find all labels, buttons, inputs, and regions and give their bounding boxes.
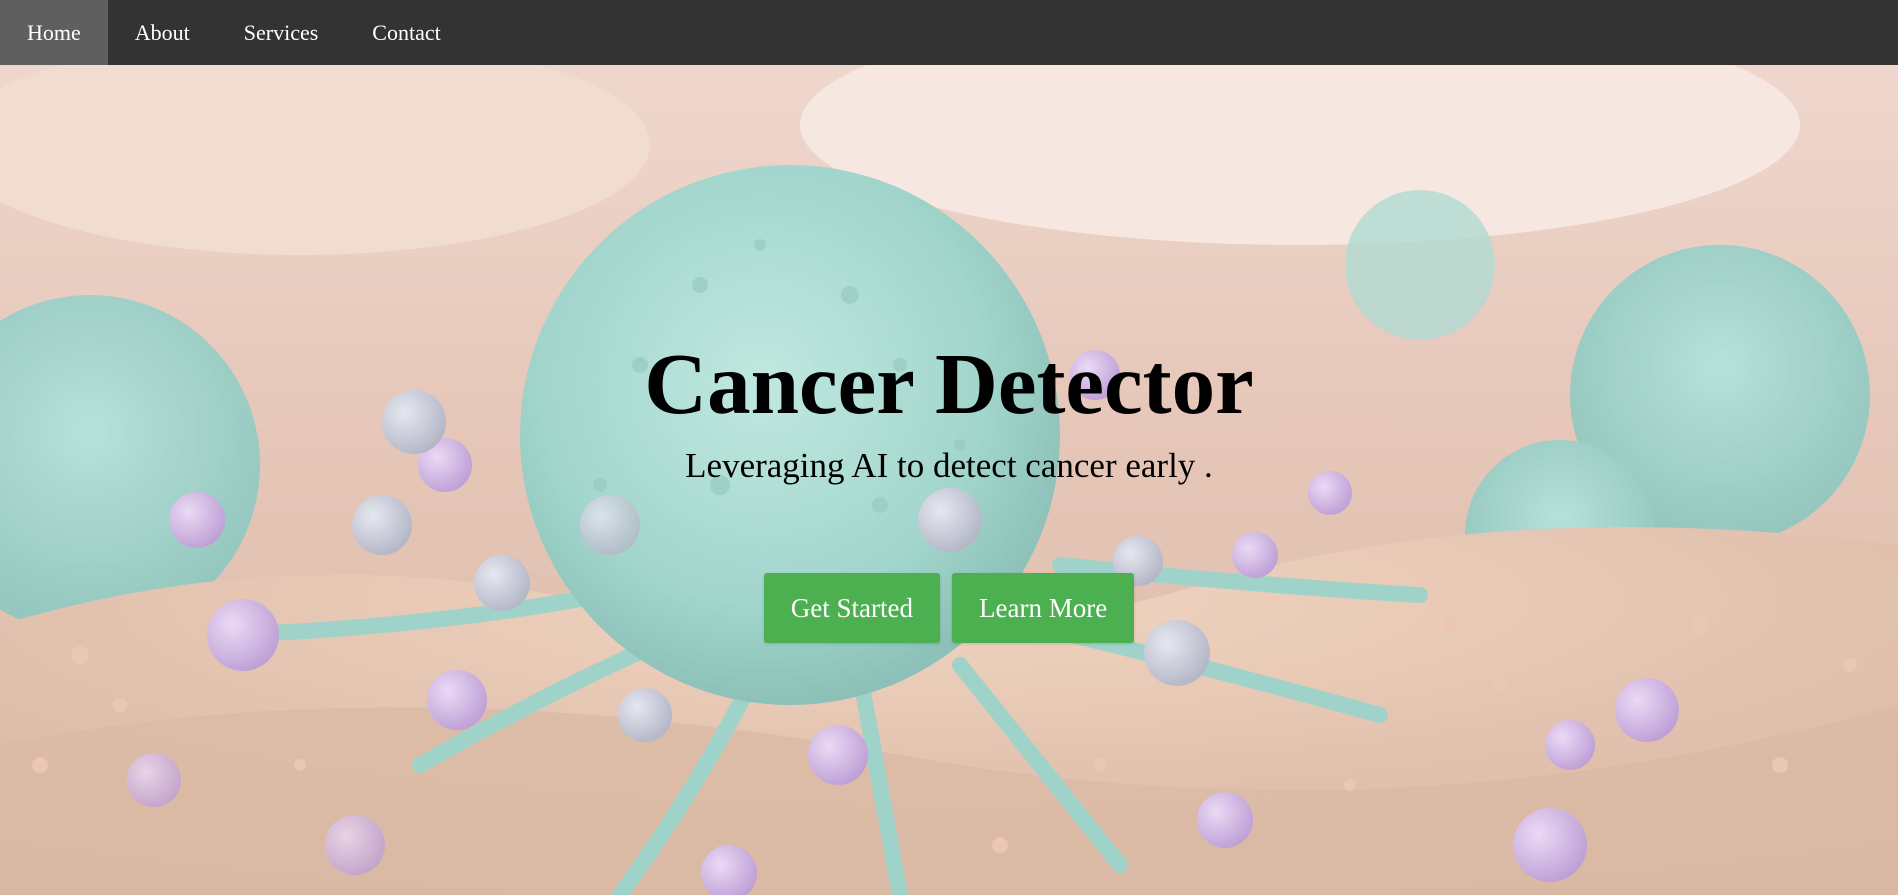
hero-title: Cancer Detector	[644, 335, 1254, 432]
nav-services-link[interactable]: Services	[217, 0, 346, 65]
hero-section: Cancer Detector Leveraging AI to detect …	[0, 65, 1898, 895]
nav-home-link[interactable]: Home	[0, 0, 108, 65]
nav-about-link[interactable]: About	[108, 0, 217, 65]
hero-content: Cancer Detector Leveraging AI to detect …	[0, 65, 1898, 895]
top-navbar: Home About Services Contact	[0, 0, 1898, 66]
get-started-button[interactable]: Get Started	[763, 573, 941, 643]
hero-subtitle: Leveraging AI to detect cancer early .	[685, 446, 1213, 485]
learn-more-button[interactable]: Learn More	[952, 573, 1135, 643]
hero-button-group: Get Started Learn More	[0, 573, 1898, 643]
nav-contact-link[interactable]: Contact	[345, 0, 467, 65]
